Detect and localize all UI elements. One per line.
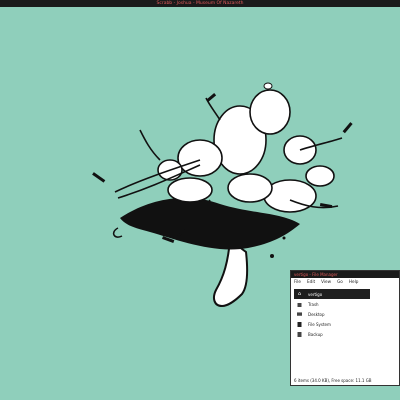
- menu-file[interactable]: File: [294, 278, 301, 286]
- home-icon: ⌂: [297, 291, 302, 297]
- file-manager-title: vertigo - File Manager: [294, 272, 338, 277]
- sidebar-item-label: Backup: [308, 331, 323, 337]
- status-text: 6 items (34.0 KB), Free space: 11.1 GB: [294, 378, 372, 383]
- menu-edit[interactable]: Edit: [307, 278, 315, 286]
- status-bar: 6 items (34.0 KB), Free space: 11.1 GB: [294, 378, 372, 383]
- places-sidebar: ⌂ vertigo Trash Desktop File System Back…: [294, 289, 370, 339]
- trash-icon: [297, 302, 302, 307]
- sidebar-item-label: Trash: [308, 301, 319, 307]
- filesystem-icon: [297, 321, 302, 327]
- sidebar-item-label: File System: [308, 321, 331, 327]
- menu-go[interactable]: Go: [337, 278, 343, 286]
- wallpaper-bird: [263, 82, 273, 90]
- drive-icon: [297, 331, 302, 337]
- sidebar-item-backup[interactable]: Backup: [294, 329, 370, 339]
- desktop-icon: [297, 311, 302, 317]
- menu-bar: File Edit View Go Help: [291, 278, 399, 286]
- sidebar-item-desktop[interactable]: Desktop: [294, 309, 370, 319]
- wallpaper-swirl: [112, 227, 123, 238]
- file-manager-titlebar[interactable]: vertigo - File Manager: [291, 271, 399, 278]
- sidebar-item-label: vertigo: [308, 291, 323, 297]
- wallpaper-trunk: [213, 238, 249, 308]
- menu-view[interactable]: View: [321, 278, 331, 286]
- sidebar-item-trash[interactable]: Trash: [294, 299, 370, 309]
- sidebar-item-filesystem[interactable]: File System: [294, 319, 370, 329]
- sidebar-item-vertigo[interactable]: ⌂ vertigo: [294, 289, 370, 299]
- menu-help[interactable]: Help: [349, 278, 359, 286]
- wallpaper-blobs: [157, 89, 335, 213]
- file-manager-window[interactable]: vertigo - File Manager File Edit View Go…: [290, 270, 400, 386]
- sidebar-item-label: Desktop: [308, 311, 325, 317]
